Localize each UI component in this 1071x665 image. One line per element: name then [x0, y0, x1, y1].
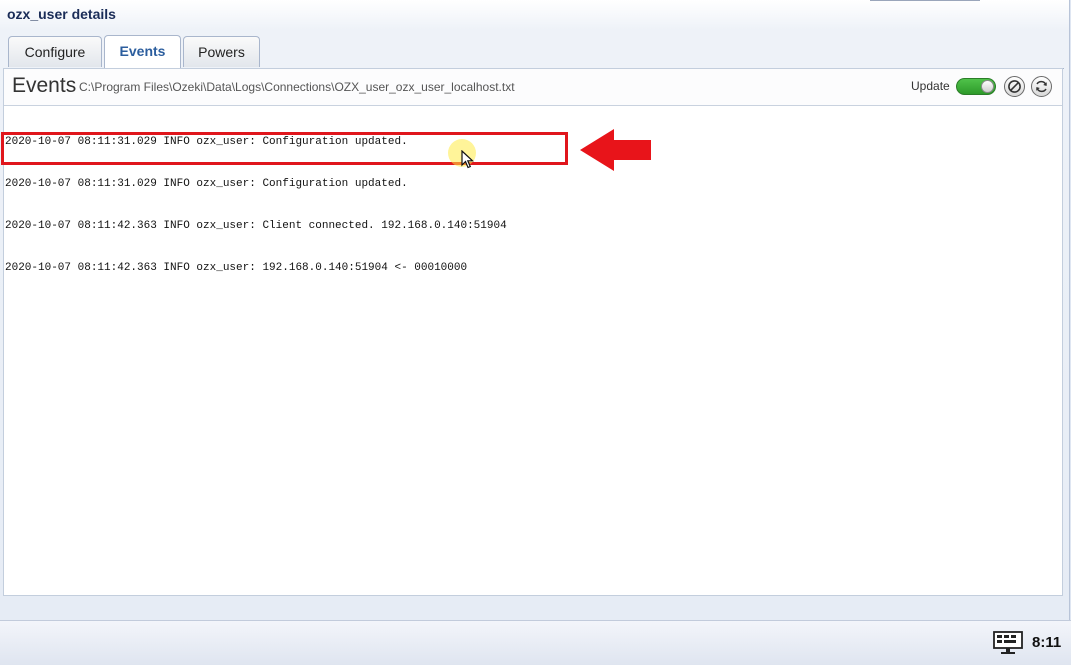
block-icon	[1008, 80, 1021, 93]
panel-title: ozx_user details	[7, 6, 116, 22]
events-header: Events C:\Program Files\Ozeki\Data\Logs\…	[4, 69, 1062, 106]
update-toggle[interactable]	[956, 78, 996, 95]
details-panel: ozx_user details Configure Events Powers…	[0, 0, 1070, 620]
divider	[870, 0, 980, 1]
refresh-button[interactable]	[1031, 76, 1052, 97]
highlight-annotation	[1, 132, 568, 165]
log-line: 2020-10-07 08:11:31.029 INFO ozx_user: C…	[5, 178, 408, 190]
events-title: Events	[12, 74, 77, 97]
clear-button[interactable]	[1004, 76, 1025, 97]
tab-bar: Configure Events Powers	[4, 32, 1064, 69]
log-line: 2020-10-07 08:11:42.363 INFO ozx_user: 1…	[5, 262, 468, 274]
toggle-knob	[981, 80, 994, 93]
log-line: 2020-10-07 08:11:42.363 INFO ozx_user: C…	[5, 220, 507, 232]
refresh-icon	[1036, 80, 1047, 93]
events-content: Events C:\Program Files\Ozeki\Data\Logs\…	[1, 68, 1063, 596]
clock: 8:11	[1032, 634, 1062, 651]
tab-configure[interactable]: Configure	[8, 36, 102, 67]
monitor-icon[interactable]	[993, 631, 1023, 655]
cursor-icon	[461, 150, 475, 169]
tab-events[interactable]: Events	[104, 35, 181, 68]
update-label: Update	[911, 79, 950, 93]
log-file-path: C:\Program Files\Ozeki\Data\Logs\Connect…	[79, 80, 515, 94]
red-arrow-icon	[580, 129, 651, 171]
tab-powers[interactable]: Powers	[183, 36, 260, 67]
taskbar: 8:11	[0, 620, 1071, 665]
